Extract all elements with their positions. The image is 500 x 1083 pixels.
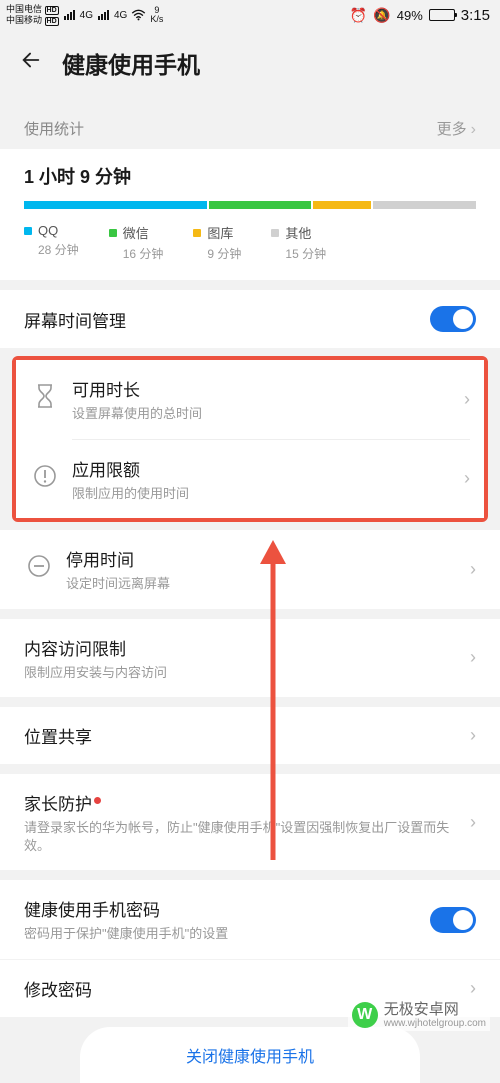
legend-dot-icon — [271, 229, 279, 237]
usage-legend: QQ 28 分钟 微信 16 分钟 图库 9 分钟 其他 15 分钟 — [24, 223, 476, 262]
downtime-title: 停用时间 — [66, 546, 460, 571]
usage-bar-segment — [373, 201, 476, 209]
clock: 3:15 — [461, 7, 490, 24]
usage-bar-segment — [24, 201, 207, 209]
notification-dot-icon — [94, 797, 101, 804]
hourglass-icon — [30, 383, 60, 415]
battery-icon — [429, 9, 455, 21]
signal-icon — [64, 10, 75, 20]
status-left: 中国电信 HD 中国移动 HD 4G 4G 9K/s — [6, 4, 163, 26]
stats-card[interactable]: 1 小时 9 分钟 QQ 28 分钟 微信 16 分钟 图库 9 分钟 其他 15 分钟 — [0, 149, 500, 280]
parent-protect-row[interactable]: 家长防护 请登录家长的华为帐号，防止"健康使用手机"设置因强制恢复出厂设置而失效… — [0, 774, 500, 870]
watermark-logo-icon: W — [352, 1002, 378, 1028]
watermark: W 无极安卓网 www.wjhotelgroup.com — [348, 1000, 490, 1032]
chevron-right-icon: › — [460, 812, 476, 833]
legend-label: QQ — [38, 223, 58, 238]
legend-dot-icon — [193, 229, 201, 237]
minus-circle-icon — [24, 554, 54, 584]
carrier-block: 中国电信 HD 中国移动 HD — [6, 4, 59, 26]
status-right: ⏰ 🔕 49% 3:15 — [350, 7, 490, 24]
screen-time-mgmt-row: 屏幕时间管理 — [0, 290, 500, 348]
battery-pct: 49% — [397, 8, 423, 23]
wifi-icon — [131, 9, 146, 21]
legend-item: 图库 9 分钟 — [193, 223, 241, 262]
mute-icon: 🔕 — [373, 7, 390, 24]
app-limits-row[interactable]: 应用限额 限制应用的使用时间 › — [16, 440, 484, 519]
status-bar: 中国电信 HD 中国移动 HD 4G 4G 9K/s ⏰ 🔕 49% 3:15 — [0, 0, 500, 30]
stats-total: 1 小时 9 分钟 — [24, 163, 476, 189]
stats-label: 使用统计 — [24, 118, 84, 139]
screen-time-mgmt-title: 屏幕时间管理 — [24, 307, 430, 332]
chevron-right-icon: › — [454, 389, 470, 410]
location-share-title: 位置共享 — [24, 723, 460, 748]
page-title: 健康使用手机 — [62, 46, 200, 80]
legend-time: 9 分钟 — [207, 245, 241, 262]
net-label: 4G — [80, 10, 93, 21]
password-row: 健康使用手机密码 密码用于保护"健康使用手机"的设置 — [0, 880, 500, 959]
legend-time: 16 分钟 — [123, 245, 164, 262]
highlighted-frame: 可用时长 设置屏幕使用的总时间 › 应用限额 限制应用的使用时间 › — [12, 356, 488, 522]
content-limit-title: 内容访问限制 — [24, 635, 460, 660]
downtime-sub: 设定时间远离屏幕 — [66, 575, 460, 593]
app-limits-title: 应用限额 — [72, 456, 454, 481]
chevron-right-icon: › — [460, 559, 476, 580]
stats-more-button[interactable]: 更多› — [437, 118, 476, 139]
net-speed: 9K/s — [150, 6, 163, 24]
close-feature-button[interactable]: 关闭健康使用手机 — [80, 1027, 420, 1083]
usage-bar-segment — [313, 201, 371, 209]
parent-protect-sub: 请登录家长的华为帐号，防止"健康使用手机"设置因强制恢复出厂设置而失效。 — [24, 819, 460, 854]
chevron-right-icon: › — [460, 647, 476, 668]
warning-icon — [30, 464, 60, 494]
page-header: 健康使用手机 — [0, 30, 500, 96]
screen-time-mgmt-toggle[interactable] — [430, 306, 476, 332]
parent-protect-title: 家长防护 — [24, 790, 460, 815]
chevron-right-icon: › — [454, 468, 470, 489]
legend-label: 微信 — [123, 223, 149, 242]
legend-item: QQ 28 分钟 — [24, 223, 79, 262]
chevron-right-icon: › — [460, 978, 476, 999]
signal-icon — [98, 10, 109, 20]
available-time-row[interactable]: 可用时长 设置屏幕使用的总时间 › — [16, 360, 484, 439]
password-title: 健康使用手机密码 — [24, 896, 430, 921]
available-time-title: 可用时长 — [72, 376, 454, 401]
legend-item: 微信 16 分钟 — [109, 223, 164, 262]
usage-bar-segment — [209, 201, 312, 209]
net-label: 4G — [114, 10, 127, 21]
content-limit-row[interactable]: 内容访问限制 限制应用安装与内容访问 › — [0, 619, 500, 698]
back-button[interactable] — [20, 49, 42, 78]
legend-label: 其他 — [285, 223, 311, 242]
password-sub: 密码用于保护"健康使用手机"的设置 — [24, 925, 430, 943]
chevron-right-icon: › — [460, 725, 476, 746]
change-password-title: 修改密码 — [24, 976, 460, 1001]
legend-time: 15 分钟 — [285, 245, 326, 262]
legend-time: 28 分钟 — [38, 241, 79, 258]
legend-dot-icon — [24, 227, 32, 235]
available-time-sub: 设置屏幕使用的总时间 — [72, 405, 454, 423]
alarm-icon: ⏰ — [350, 7, 367, 24]
location-share-row[interactable]: 位置共享 › — [0, 707, 500, 764]
legend-dot-icon — [109, 229, 117, 237]
content-limit-sub: 限制应用安装与内容访问 — [24, 664, 460, 682]
downtime-row[interactable]: 停用时间 设定时间远离屏幕 › — [0, 530, 500, 609]
password-toggle[interactable] — [430, 907, 476, 933]
legend-item: 其他 15 分钟 — [271, 223, 326, 262]
usage-bar — [24, 201, 476, 209]
app-limits-sub: 限制应用的使用时间 — [72, 485, 454, 503]
stats-header: 使用统计 更多› — [0, 118, 500, 149]
legend-label: 图库 — [207, 223, 233, 242]
